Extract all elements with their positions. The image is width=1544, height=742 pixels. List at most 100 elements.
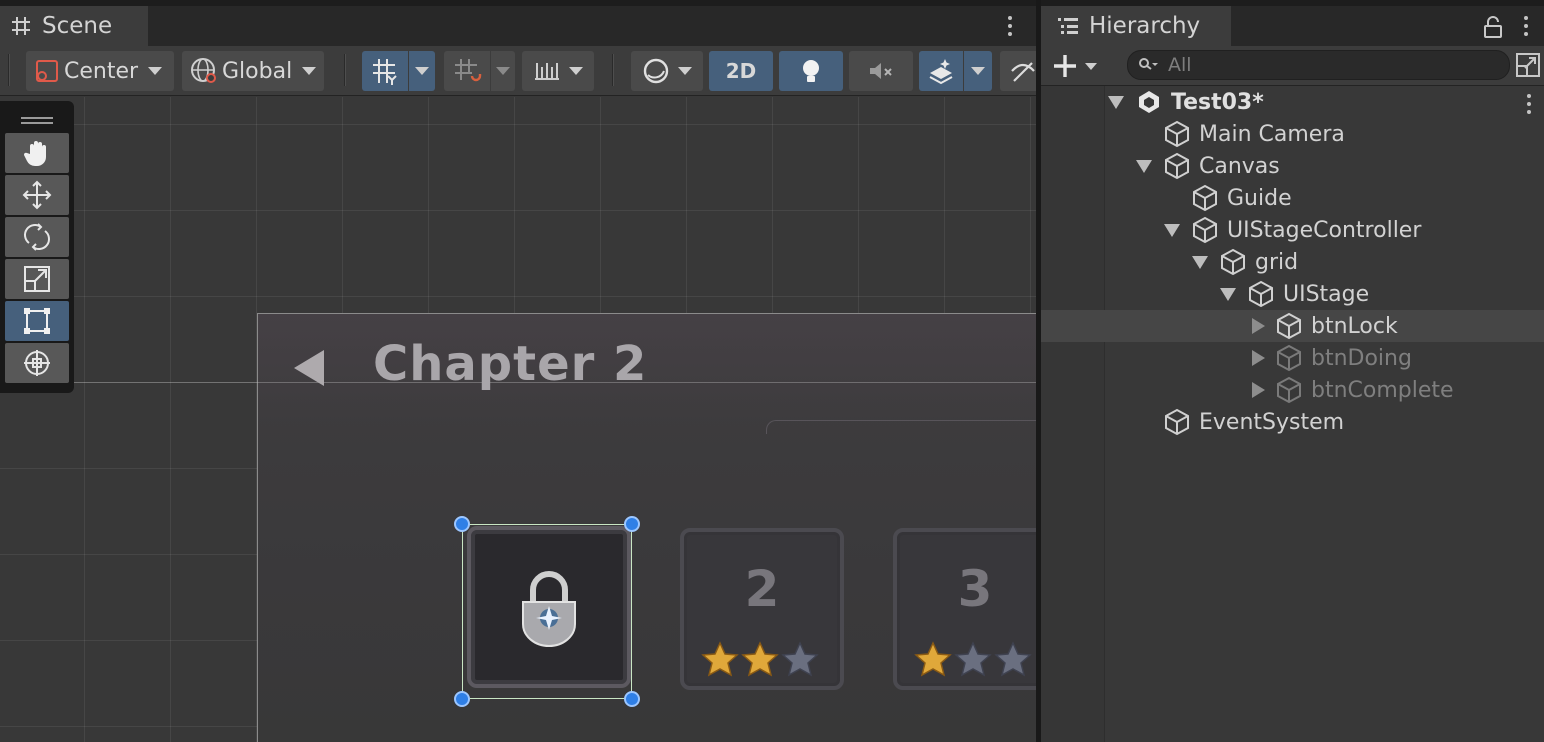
tree-item-label: UIStageController xyxy=(1227,217,1422,243)
tree-row[interactable]: UIStage xyxy=(1041,278,1544,310)
resize-handle-bottom-right[interactable] xyxy=(624,691,640,707)
effects-toggle[interactable] xyxy=(919,51,963,91)
star-filled-icon xyxy=(914,641,952,677)
star-empty-icon xyxy=(994,641,1032,677)
fold-expanded-icon[interactable] xyxy=(1191,253,1209,271)
space-global-label: Global xyxy=(222,58,293,84)
tree-item-label: btnLock xyxy=(1311,313,1398,339)
scene-more-menu-icon[interactable] xyxy=(1007,16,1013,36)
palette-drag-handle[interactable] xyxy=(4,107,70,133)
gameobject-cube-icon xyxy=(1163,408,1191,436)
grid-snap-toggle[interactable] xyxy=(362,51,408,91)
rect-transform-icon xyxy=(24,308,50,334)
fold-expanded-icon[interactable] xyxy=(1107,93,1125,111)
scale-tool-button[interactable] xyxy=(5,259,69,299)
tree-row[interactable]: UIStageController xyxy=(1041,214,1544,246)
chapter-title: Chapter 2 xyxy=(373,336,648,392)
eye-hidden-icon xyxy=(1011,62,1035,82)
resize-handle-top-right[interactable] xyxy=(624,516,640,532)
audio-toggle[interactable] xyxy=(849,51,913,91)
gameobject-cube-icon xyxy=(1275,344,1303,372)
grid-snap-icon xyxy=(373,59,397,85)
increment-snap-dropdown[interactable] xyxy=(491,51,515,91)
toolbar-separator xyxy=(612,54,614,86)
transform-all-icon xyxy=(24,350,50,376)
toolbar-separator xyxy=(8,54,10,86)
pivot-center-dropdown[interactable]: Center xyxy=(26,51,174,91)
rotate-icon xyxy=(24,223,50,251)
hierarchy-search[interactable] xyxy=(1127,50,1510,80)
stage-number: 2 xyxy=(744,560,780,618)
shading-sphere-icon xyxy=(643,58,669,84)
tree-row-selected[interactable]: btnLock xyxy=(1041,310,1544,342)
resize-handle-bottom-left[interactable] xyxy=(454,691,470,707)
tree-row[interactable]: grid xyxy=(1041,246,1544,278)
chevron-down-icon xyxy=(678,67,692,75)
space-global-dropdown[interactable]: Global xyxy=(182,51,324,91)
resize-handle-top-left[interactable] xyxy=(454,516,470,532)
move-arrows-icon xyxy=(22,180,52,210)
hierarchy-more-menu-icon[interactable] xyxy=(1523,16,1529,36)
tree-row[interactable]: Main Camera xyxy=(1041,118,1544,150)
hand-icon xyxy=(23,141,46,166)
increment-snap-toggle[interactable] xyxy=(444,51,490,91)
search-input[interactable] xyxy=(1168,54,1488,76)
gameobject-cube-icon xyxy=(1247,280,1275,308)
tab-scene[interactable]: Scene xyxy=(0,6,148,46)
fold-collapsed-icon[interactable] xyxy=(1249,317,1267,335)
lighting-toggle[interactable] xyxy=(779,51,843,91)
draw-mode-dropdown[interactable] xyxy=(631,51,703,91)
tree-row[interactable]: Canvas xyxy=(1041,150,1544,182)
tab-hierarchy[interactable]: Hierarchy xyxy=(1041,6,1231,46)
tree-row[interactable]: EventSystem xyxy=(1041,406,1544,438)
tree-row-scene[interactable]: Test03* xyxy=(1041,86,1544,118)
transform-tool-button[interactable] xyxy=(5,343,69,383)
scene-panel: Scene Center Global 2D Chapter 2 2 3 xyxy=(0,0,1036,742)
scene-visibility-toggle[interactable] xyxy=(1000,51,1036,91)
gameobject-cube-icon xyxy=(1275,312,1303,340)
header-divider xyxy=(766,420,1036,434)
gameobject-cube-icon xyxy=(1191,216,1219,244)
unity-scene-icon xyxy=(1135,88,1163,116)
create-dropdown[interactable] xyxy=(1051,52,1097,80)
tree-row[interactable]: Guide xyxy=(1041,182,1544,214)
gameobject-cube-icon xyxy=(1163,120,1191,148)
rotate-tool-button[interactable] xyxy=(5,217,69,257)
effects-dropdown[interactable] xyxy=(964,51,992,91)
star-filled-icon xyxy=(701,641,739,677)
fold-expanded-icon[interactable] xyxy=(1135,157,1153,175)
hand-tool-button[interactable] xyxy=(5,133,69,173)
gameobject-cube-icon xyxy=(1219,248,1247,276)
rect-tool-button[interactable] xyxy=(5,301,69,341)
fold-expanded-icon[interactable] xyxy=(1163,221,1181,239)
pivot-center-icon xyxy=(36,60,58,82)
stage-button[interactable]: 2 xyxy=(680,528,844,690)
scene-row-menu-icon[interactable] xyxy=(1526,94,1532,114)
stage-button[interactable]: 3 xyxy=(893,528,1036,690)
chevron-down-icon xyxy=(302,67,317,75)
fold-collapsed-icon[interactable] xyxy=(1249,381,1267,399)
grid-snap-dropdown[interactable] xyxy=(409,51,435,91)
tab-hierarchy-label: Hierarchy xyxy=(1089,13,1201,39)
star-filled-icon xyxy=(741,641,779,677)
plus-icon xyxy=(1054,55,1076,77)
back-arrow-icon[interactable] xyxy=(294,350,324,386)
hierarchy-tree: Test03* Main Camera Canvas Guide UIStage… xyxy=(1041,86,1544,438)
star-rating xyxy=(913,640,1033,680)
fold-expanded-icon[interactable] xyxy=(1219,285,1237,303)
rect-transform-selection[interactable] xyxy=(462,524,632,699)
move-tool-button[interactable] xyxy=(5,175,69,215)
tree-row-inactive[interactable]: btnDoing xyxy=(1041,342,1544,374)
open-window-icon[interactable] xyxy=(1515,52,1541,78)
scale-icon xyxy=(24,266,50,292)
tree-item-label: btnComplete xyxy=(1311,377,1454,403)
scene-toolbar: Center Global 2D xyxy=(0,46,1036,96)
tab-scene-label: Scene xyxy=(42,13,113,39)
fold-collapsed-icon[interactable] xyxy=(1249,349,1267,367)
lock-icon[interactable] xyxy=(1483,16,1503,38)
gameobject-cube-icon xyxy=(1163,152,1191,180)
tree-row-inactive[interactable]: btnComplete xyxy=(1041,374,1544,406)
ruler-snap-dropdown[interactable] xyxy=(522,51,594,91)
star-empty-icon xyxy=(781,641,819,677)
2d-mode-toggle[interactable]: 2D xyxy=(709,51,773,91)
